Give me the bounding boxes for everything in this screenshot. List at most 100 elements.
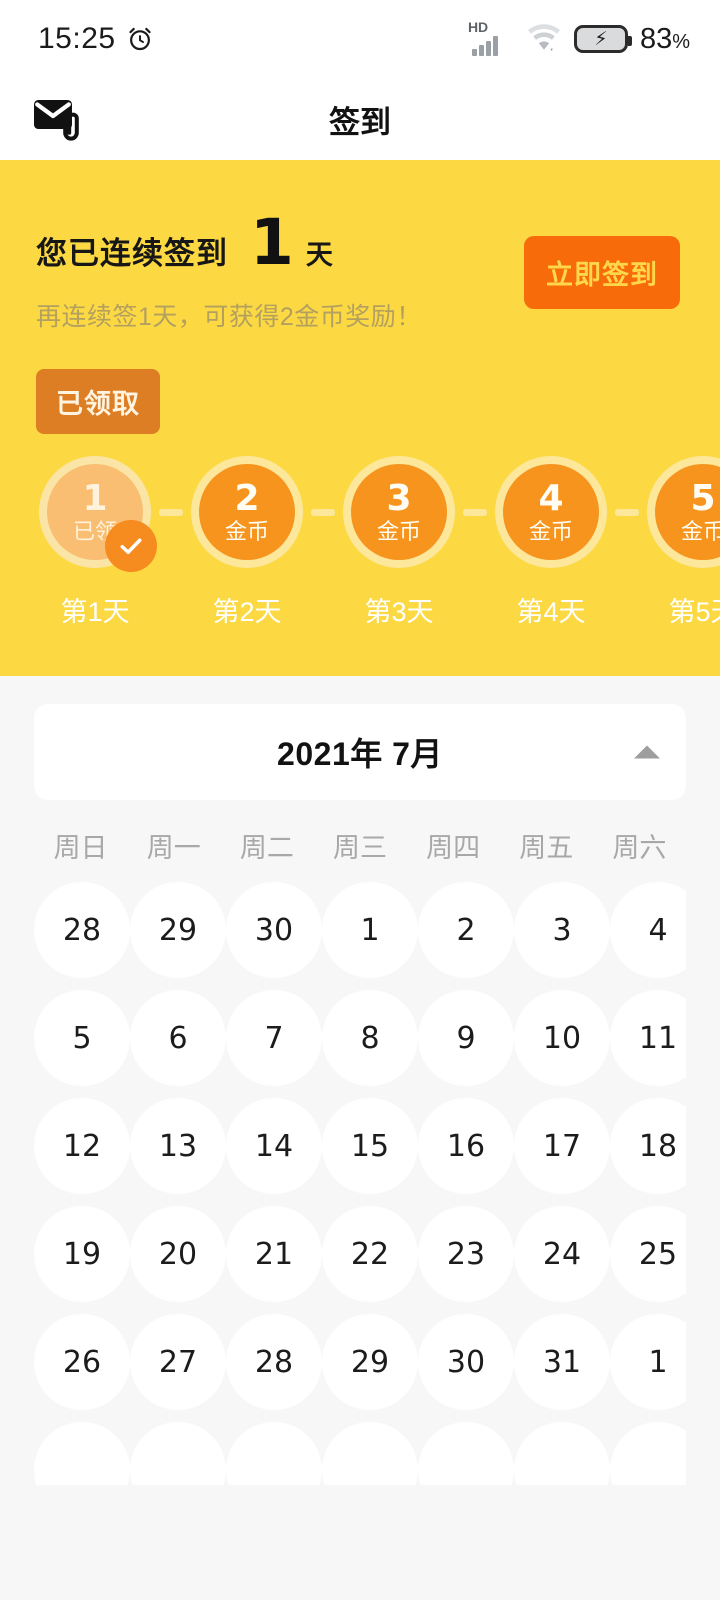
calendar-day-number[interactable]	[418, 1422, 514, 1485]
calendar-day-number[interactable]: 17	[514, 1098, 610, 1194]
calendar-day-number[interactable]: 21	[226, 1206, 322, 1302]
calendar-day-number[interactable]	[34, 1422, 130, 1485]
calendar-day-number[interactable]: 25	[610, 1206, 686, 1302]
calendar-day-cell[interactable]: 19	[34, 1203, 130, 1305]
day-connector-dash	[156, 456, 186, 568]
calendar-day-cell[interactable]: 6	[130, 987, 226, 1089]
day-index-label: 第5天	[668, 597, 720, 627]
calendar-day-cell[interactable]: 23	[418, 1203, 514, 1305]
calendar-day-cell[interactable]	[130, 1419, 226, 1485]
calendar-day-number[interactable]: 27	[130, 1314, 226, 1410]
calendar-day-cell[interactable]: 30	[226, 879, 322, 981]
calendar-day-cell[interactable]	[226, 1419, 322, 1485]
calendar-day-cell[interactable]: 15	[322, 1095, 418, 1197]
calendar-day-cell[interactable]: 27	[130, 1311, 226, 1413]
day-reward-item[interactable]: 2 金币 第2天	[186, 456, 308, 629]
calendar-day-number[interactable]: 29	[130, 882, 226, 978]
calendar-day-number[interactable]: 4	[610, 882, 686, 978]
calendar-day-number[interactable]: 22	[322, 1206, 418, 1302]
calendar-day-number[interactable]	[130, 1422, 226, 1485]
calendar-day-cell[interactable]: 3	[514, 879, 610, 981]
calendar-day-number[interactable]: 9	[418, 990, 514, 1086]
calendar-day-cell[interactable]: 9	[418, 987, 514, 1089]
calendar-day-number[interactable]: 28	[34, 882, 130, 978]
calendar-day-cell[interactable]: 24	[514, 1203, 610, 1305]
calendar-day-number[interactable]: 11	[610, 990, 686, 1086]
calendar-day-cell[interactable]: 10	[514, 987, 610, 1089]
calendar-day-number[interactable]: 16	[418, 1098, 514, 1194]
calendar-day-number[interactable]	[610, 1422, 686, 1485]
calendar-day-cell[interactable]: 29	[322, 1311, 418, 1413]
calendar-day-cell[interactable]	[610, 1419, 686, 1485]
calendar-day-cell[interactable]	[514, 1419, 610, 1485]
coin-icon: 2 金币	[191, 456, 303, 568]
calendar-day-number[interactable]: 19	[34, 1206, 130, 1302]
calendar-day-number[interactable]: 13	[130, 1098, 226, 1194]
calendar-day-number[interactable]: 12	[34, 1098, 130, 1194]
chevron-up-icon[interactable]	[634, 745, 660, 759]
calendar-day-number[interactable]: 5	[34, 990, 130, 1086]
calendar-day-number[interactable]: 28	[226, 1314, 322, 1410]
calendar-day-number[interactable]: 1	[610, 1314, 686, 1410]
calendar-day-number[interactable]: 8	[322, 990, 418, 1086]
calendar-day-cell[interactable]: 5	[34, 987, 130, 1089]
day-reward-item[interactable]: 4 金币 第4天	[490, 456, 612, 629]
calendar-day-cell[interactable]: 20	[130, 1203, 226, 1305]
calendar-day-number[interactable]: 18	[610, 1098, 686, 1194]
mail-attachment-icon[interactable]	[32, 96, 84, 142]
calendar-day-cell[interactable]: 25	[610, 1203, 686, 1305]
calendar-day-cell[interactable]: 22	[322, 1203, 418, 1305]
calendar-day-grid[interactable]: 28 29 30 1 2 3 4 5 6 7 8 9 10 11 12 13 14 15 16 17 18 19 20 21 2…	[34, 879, 686, 1485]
calendar-day-number[interactable]	[514, 1422, 610, 1485]
calendar-day-number[interactable]: 26	[34, 1314, 130, 1410]
calendar-day-number[interactable]: 20	[130, 1206, 226, 1302]
calendar-day-cell[interactable]: 31	[514, 1311, 610, 1413]
calendar-day-cell[interactable]: 8	[322, 987, 418, 1089]
day-reward-item[interactable]: 5金币第5天	[642, 456, 720, 629]
calendar-day-cell[interactable]: 14	[226, 1095, 322, 1197]
calendar-day-cell[interactable]: 30	[418, 1311, 514, 1413]
day-reward-item[interactable]: 3 金币 第3天	[338, 456, 460, 629]
calendar-header[interactable]: 2021年 7月	[34, 704, 686, 800]
calendar-day-cell[interactable]: 28	[34, 879, 130, 981]
calendar-day-number[interactable]: 30	[226, 882, 322, 978]
calendar-day-number[interactable]: 1	[322, 882, 418, 978]
calendar-day-number[interactable]: 29	[322, 1314, 418, 1410]
calendar-day-number[interactable]	[226, 1422, 322, 1485]
calendar-day-number[interactable]: 3	[514, 882, 610, 978]
calendar-day-number[interactable]: 24	[514, 1206, 610, 1302]
calendar-day-cell[interactable]: 29	[130, 879, 226, 981]
calendar-day-cell[interactable]: 7	[226, 987, 322, 1089]
calendar-day-cell[interactable]: 13	[130, 1095, 226, 1197]
calendar-day-number[interactable]: 14	[226, 1098, 322, 1194]
calendar-day-number[interactable]: 30	[418, 1314, 514, 1410]
day-reward-strip[interactable]: 1已领第1天2金币第2天3金币第3天4金币第4天 5金币第5天	[0, 434, 720, 629]
calendar-day-number[interactable]: 31	[514, 1314, 610, 1410]
signin-button[interactable]: 立即签到	[524, 236, 680, 309]
day-reward-item[interactable]: 1 已领 第1天	[34, 456, 157, 629]
calendar-day-cell[interactable]: 1	[322, 879, 418, 981]
calendar-day-number[interactable]: 6	[130, 990, 226, 1086]
calendar-day-cell[interactable]	[322, 1419, 418, 1485]
calendar-day-number[interactable]: 7	[226, 990, 322, 1086]
calendar-day-number[interactable]: 23	[418, 1206, 514, 1302]
calendar-day-cell[interactable]: 26	[34, 1311, 130, 1413]
calendar-day-cell[interactable]: 4	[610, 879, 686, 981]
network-type-label: HD	[467, 19, 489, 35]
calendar-day-cell[interactable]: 1	[610, 1311, 686, 1413]
calendar-day-cell[interactable]: 18	[610, 1095, 686, 1197]
calendar-day-cell[interactable]: 28	[226, 1311, 322, 1413]
calendar-day-number[interactable]: 10	[514, 990, 610, 1086]
calendar-day-cell[interactable]: 17	[514, 1095, 610, 1197]
calendar-day-cell[interactable]	[34, 1419, 130, 1485]
calendar-day-number[interactable]	[322, 1422, 418, 1485]
calendar-day-cell[interactable]: 16	[418, 1095, 514, 1197]
calendar-day-number[interactable]: 2	[418, 882, 514, 978]
calendar-day-cell[interactable]: 11	[610, 987, 686, 1089]
calendar-day-cell[interactable]: 2	[418, 879, 514, 981]
calendar-day-number[interactable]: 15	[322, 1098, 418, 1194]
calendar-day-cell[interactable]: 21	[226, 1203, 322, 1305]
calendar-day-cell[interactable]	[418, 1419, 514, 1485]
calendar-day-cell[interactable]: 12	[34, 1095, 130, 1197]
status-bar: 15:25 HD ⚡ 83%	[0, 0, 720, 78]
